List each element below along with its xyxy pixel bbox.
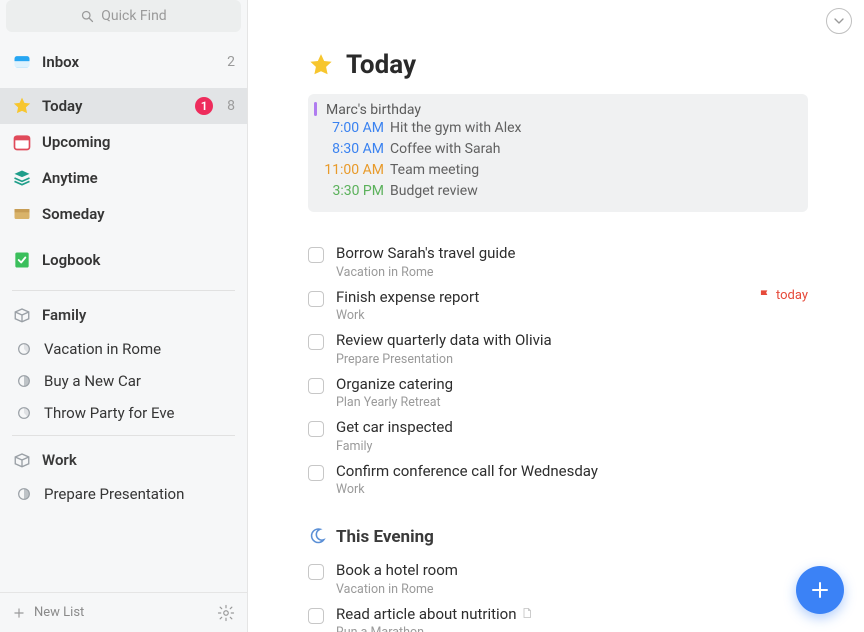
task-checkbox[interactable] (308, 291, 324, 307)
quick-find[interactable]: Quick Find (6, 0, 241, 32)
event-time: 8:30 AM (320, 139, 384, 160)
sidebar-item-someday[interactable]: Someday (0, 196, 247, 232)
sidebar-item-today[interactable]: Today 1 8 (0, 88, 247, 124)
progress-icon (14, 339, 34, 359)
quick-find-placeholder: Quick Find (101, 8, 166, 24)
event-time: 7:00 AM (320, 118, 384, 139)
event-allday: Marc's birthday (320, 102, 796, 118)
project-throw-party-for-eve[interactable]: Throw Party for Eve (0, 397, 247, 429)
task-row[interactable]: Review quarterly data with OliviaPrepare… (308, 327, 808, 371)
project-vacation-in-rome[interactable]: Vacation in Rome (0, 333, 247, 365)
sidebar-footer: New List (0, 592, 247, 632)
sidebar-item-logbook[interactable]: Logbook (0, 242, 247, 278)
event-row[interactable]: 3:30 PM Budget review (320, 181, 796, 202)
today-tasks: Borrow Sarah's travel guideVacation in R… (308, 240, 808, 501)
today-badge: 1 (195, 97, 213, 115)
task-meta: Prepare Presentation (336, 352, 552, 367)
event-title: Budget review (390, 181, 478, 202)
evening-tasks: Book a hotel roomVacation in RomeRead ar… (308, 557, 808, 632)
event-title: Hit the gym with Alex (390, 118, 521, 139)
note-icon (521, 608, 533, 623)
area-family[interactable]: Family (0, 297, 247, 333)
event-title: Coffee with Sarah (390, 139, 500, 160)
collapse-button[interactable] (826, 8, 852, 34)
sidebar: Quick Find Inbox 2 Today 1 8 Upcoming (0, 0, 248, 632)
moon-icon (308, 527, 328, 547)
task-meta: Run a Marathon (336, 625, 533, 632)
new-task-button[interactable] (796, 566, 844, 614)
sidebar-item-upcoming[interactable]: Upcoming (0, 124, 247, 160)
divider (12, 435, 235, 436)
task-checkbox[interactable] (308, 564, 324, 580)
task-title: Borrow Sarah's travel guide (336, 244, 515, 264)
inbox-icon (12, 52, 32, 72)
event-row[interactable]: 7:00 AM Hit the gym with Alex (320, 118, 796, 139)
task-title: Finish expense report (336, 288, 479, 308)
event-title: Team meeting (390, 160, 479, 181)
today-count: 8 (227, 98, 235, 114)
plus-icon (12, 606, 26, 620)
drawer-icon (12, 204, 32, 224)
task-row[interactable]: Finish expense reportWork today (308, 284, 808, 328)
task-checkbox[interactable] (308, 378, 324, 394)
logbook-icon (12, 250, 32, 270)
task-title: Book a hotel room (336, 561, 458, 581)
task-title: Read article about nutrition (336, 605, 533, 625)
box-icon (12, 305, 32, 325)
divider (12, 290, 235, 291)
task-meta: Vacation in Rome (336, 582, 458, 597)
project-buy-a-new-car[interactable]: Buy a New Car (0, 365, 247, 397)
inbox-count: 2 (227, 54, 235, 70)
task-checkbox[interactable] (308, 421, 324, 437)
box-icon (12, 450, 32, 470)
star-icon (12, 96, 32, 116)
task-checkbox[interactable] (308, 247, 324, 263)
task-row[interactable]: Confirm conference call for WednesdayWor… (308, 458, 808, 502)
task-checkbox[interactable] (308, 465, 324, 481)
task-row[interactable]: Read article about nutritionRun a Marath… (308, 601, 808, 632)
project-prepare-presentation[interactable]: Prepare Presentation (0, 478, 247, 510)
event-time: 3:30 PM (320, 181, 384, 202)
new-list-button[interactable]: New List (34, 605, 84, 620)
main-panel: Today Marc's birthday 7:00 AM Hit the gym… (248, 0, 864, 632)
this-evening-header: This Evening (308, 527, 808, 547)
task-row[interactable]: Organize cateringPlan Yearly Retreat (308, 371, 808, 415)
task-checkbox[interactable] (308, 608, 324, 624)
event-row[interactable]: 8:30 AM Coffee with Sarah (320, 139, 796, 160)
progress-icon (14, 371, 34, 391)
task-meta: Work (336, 482, 598, 497)
sidebar-item-anytime[interactable]: Anytime (0, 160, 247, 196)
event-time: 11:00 AM (320, 160, 384, 181)
star-icon (308, 52, 334, 78)
task-title: Get car inspected (336, 418, 453, 438)
sidebar-item-inbox[interactable]: Inbox 2 (0, 44, 247, 80)
search-icon (80, 9, 95, 24)
progress-icon (14, 484, 34, 504)
task-title: Review quarterly data with Olivia (336, 331, 552, 351)
today-events[interactable]: Marc's birthday 7:00 AM Hit the gym with … (308, 94, 808, 212)
task-meta: Family (336, 439, 453, 454)
deadline-flag: today (758, 288, 808, 303)
calendar-icon (12, 132, 32, 152)
task-meta: Vacation in Rome (336, 265, 515, 280)
event-row[interactable]: 11:00 AM Team meeting (320, 160, 796, 181)
task-row[interactable]: Borrow Sarah's travel guideVacation in R… (308, 240, 808, 284)
task-checkbox[interactable] (308, 334, 324, 350)
smart-lists: Inbox 2 Today 1 8 Upcoming Anytime (0, 38, 247, 284)
task-meta: Work (336, 308, 479, 323)
settings-button[interactable] (217, 604, 235, 622)
task-title: Confirm conference call for Wednesday (336, 462, 598, 482)
progress-icon (14, 403, 34, 423)
task-title: Organize catering (336, 375, 453, 395)
task-row[interactable]: Get car inspectedFamily (308, 414, 808, 458)
task-meta: Plan Yearly Retreat (336, 395, 453, 410)
event-color-bar (314, 102, 317, 116)
task-row[interactable]: Book a hotel roomVacation in Rome (308, 557, 808, 601)
area-work[interactable]: Work (0, 442, 247, 478)
page-title: Today (308, 50, 808, 80)
stack-icon (12, 168, 32, 188)
